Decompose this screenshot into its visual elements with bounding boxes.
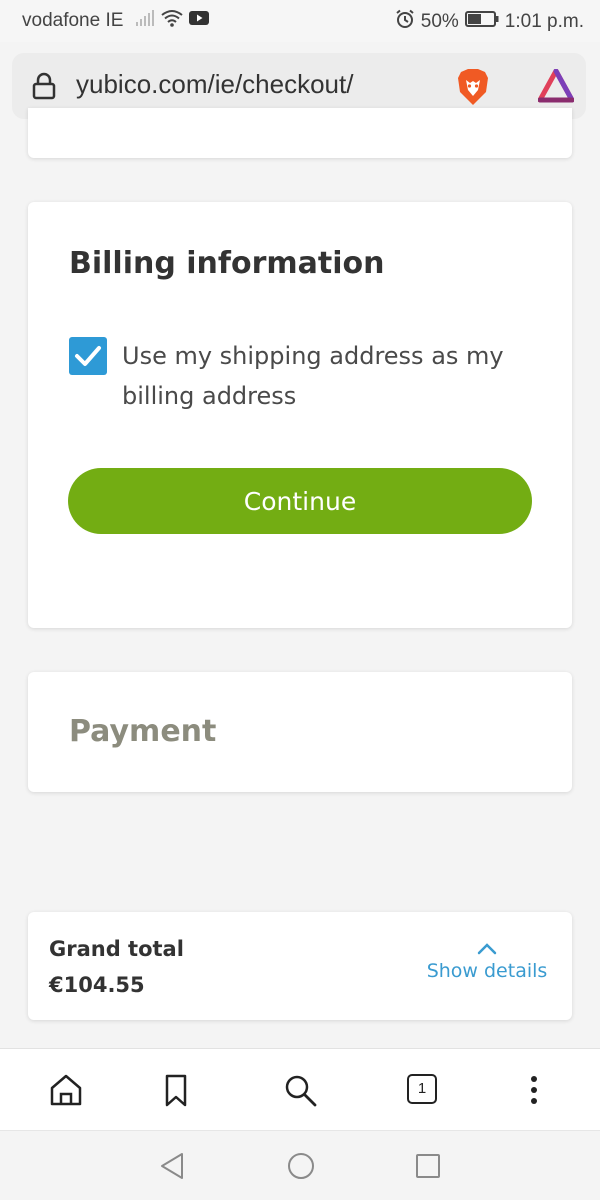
tab-count: 1 <box>407 1074 437 1104</box>
clock-time: 1:01 p.m. <box>504 11 584 32</box>
previous-section-card <box>28 108 572 158</box>
grand-total-bar: Grand total €104.55 Show details <box>28 912 572 1020</box>
status-bar: vodafone IE 50% 1:01 p.m. <box>0 0 600 42</box>
grand-total-label: Grand total <box>49 937 184 961</box>
continue-button[interactable]: Continue <box>68 468 532 534</box>
show-details-label: Show details <box>426 960 548 982</box>
chevron-up-icon <box>477 943 497 955</box>
home-circle-icon[interactable] <box>286 1151 316 1185</box>
grand-total-value: €104.55 <box>49 973 145 997</box>
system-navigation-bar <box>0 1130 600 1200</box>
battery-percent: 50% <box>420 11 459 32</box>
wifi-icon <box>161 9 184 33</box>
youtube-notification-icon <box>189 10 210 32</box>
brave-rewards-icon[interactable] <box>537 68 575 107</box>
recents-icon[interactable] <box>414 1151 442 1185</box>
back-icon[interactable] <box>158 1151 186 1185</box>
url-text[interactable]: yubico.com/ie/checkout/ <box>76 69 353 100</box>
billing-section-title: Billing information <box>69 246 385 281</box>
more-icon[interactable] <box>516 1072 552 1108</box>
same-address-label[interactable]: Use my shipping address as my billing ad… <box>122 336 552 416</box>
home-icon[interactable] <box>48 1072 84 1108</box>
battery-icon <box>464 11 499 33</box>
billing-information-card: Billing information Use my shipping addr… <box>28 202 572 628</box>
lock-icon[interactable] <box>32 72 56 104</box>
signal-icon <box>135 10 155 32</box>
alarm-icon <box>395 9 415 35</box>
show-details-button[interactable]: Show details <box>422 942 552 982</box>
payment-section-card[interactable]: Payment <box>28 672 572 792</box>
search-icon[interactable] <box>282 1072 318 1108</box>
brave-lion-icon[interactable] <box>456 68 490 110</box>
bookmark-icon[interactable] <box>158 1072 194 1108</box>
tabs-icon[interactable]: 1 <box>405 1072 441 1108</box>
checkmark-icon <box>75 346 101 366</box>
same-address-checkbox[interactable] <box>69 337 107 375</box>
payment-section-title: Payment <box>69 714 217 749</box>
carrier-name: vodafone IE <box>22 10 124 31</box>
browser-toolbar: 1 <box>0 1048 600 1130</box>
